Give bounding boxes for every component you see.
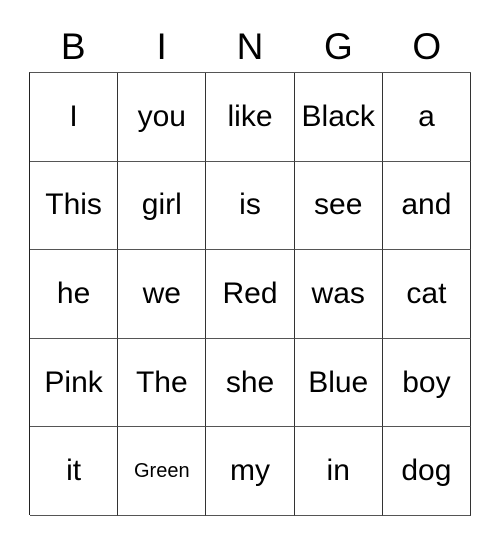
bingo-cell[interactable]: Blue (294, 338, 383, 428)
header-letter-g: G (323, 25, 353, 67)
bingo-cell[interactable]: boy (382, 338, 472, 428)
bingo-cell[interactable]: we (118, 250, 207, 339)
bingo-row: he we Red was cat (30, 250, 472, 339)
bingo-cell[interactable]: is (206, 161, 295, 251)
bingo-row: I you like Black a (30, 73, 472, 162)
bingo-cell[interactable]: Pink (30, 338, 119, 428)
bingo-cell[interactable]: a (382, 73, 472, 162)
bingo-grid: I you like Black a This girl is see and … (29, 72, 472, 516)
bingo-cell[interactable]: Black (294, 73, 383, 162)
bingo-cell[interactable]: see (294, 161, 383, 251)
bingo-cell[interactable]: was (294, 250, 383, 339)
bingo-cell[interactable]: in (294, 427, 383, 516)
bingo-cell[interactable]: I (30, 73, 119, 162)
header-letter-i: I (156, 25, 167, 67)
bingo-row: This girl is see and (30, 161, 472, 251)
bingo-cell[interactable]: Red (206, 250, 295, 339)
bingo-cell[interactable]: cat (382, 250, 472, 339)
header-letter-b: B (60, 25, 86, 67)
bingo-cell[interactable]: she (206, 338, 295, 428)
bingo-cell[interactable]: he (30, 250, 119, 339)
bingo-cell[interactable]: girl (118, 161, 207, 251)
bingo-row: Pink The she Blue boy (30, 338, 472, 428)
bingo-card: B I N G O I you like Black a This girl i… (0, 0, 500, 544)
bingo-cell[interactable]: like (206, 73, 295, 162)
bingo-cell[interactable]: my (206, 427, 295, 516)
bingo-cell[interactable]: This (30, 161, 119, 251)
header-letter-o: O (412, 25, 442, 67)
bingo-cell[interactable]: and (382, 161, 472, 251)
bingo-cell[interactable]: you (118, 73, 207, 162)
bingo-cell[interactable]: The (118, 338, 207, 428)
bingo-cell[interactable]: dog (382, 427, 472, 516)
bingo-header: B I N G O (29, 20, 471, 72)
header-letter-n: N (236, 25, 264, 67)
bingo-cell[interactable]: Green (118, 427, 207, 516)
bingo-row: it Green my in dog (30, 427, 472, 516)
bingo-cell[interactable]: it (30, 427, 119, 516)
